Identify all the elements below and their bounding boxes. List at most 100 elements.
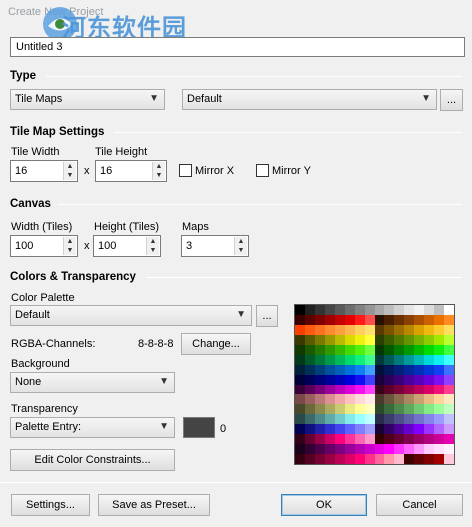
palette-swatch[interactable] [314,374,325,385]
palette-browse-button[interactable]: ... [256,305,278,327]
palette-swatch[interactable] [414,334,425,345]
palette-swatch[interactable] [324,314,335,325]
palette-swatch[interactable] [404,404,415,415]
palette-swatch[interactable] [354,305,365,315]
palette-swatch[interactable] [295,444,305,455]
palette-swatch[interactable] [364,414,375,425]
palette-swatch[interactable] [354,354,365,365]
palette-swatch[interactable] [374,314,385,325]
palette-swatch[interactable] [314,334,325,345]
palette-swatch[interactable] [394,305,405,315]
palette-swatch[interactable] [404,354,415,365]
palette-swatch[interactable] [295,424,305,435]
palette-swatch[interactable] [324,324,335,335]
palette-swatch[interactable] [414,394,425,405]
palette-preview[interactable] [294,304,455,465]
palette-swatch[interactable] [295,344,305,355]
palette-swatch[interactable] [384,384,395,395]
palette-swatch[interactable] [414,305,425,315]
palette-swatch[interactable] [295,374,305,385]
palette-swatch[interactable] [344,434,355,445]
palette-swatch[interactable] [295,454,305,464]
palette-swatch[interactable] [424,314,435,325]
palette-swatch[interactable] [434,384,445,395]
palette-swatch[interactable] [404,444,415,455]
palette-swatch[interactable] [354,404,365,415]
palette-swatch[interactable] [424,374,435,385]
palette-swatch[interactable] [414,374,425,385]
palette-swatch[interactable] [384,334,395,345]
palette-swatch[interactable] [324,374,335,385]
project-name-input[interactable]: Untitled 3 [10,37,465,57]
palette-swatch[interactable] [364,444,375,455]
palette-swatch[interactable] [374,324,385,335]
cancel-button[interactable]: Cancel [376,494,463,516]
palette-swatch[interactable] [384,305,395,315]
palette-swatch[interactable] [354,314,365,325]
ok-button[interactable]: OK [281,494,367,516]
palette-swatch[interactable] [314,414,325,425]
palette-swatch[interactable] [344,344,355,355]
palette-swatch[interactable] [354,324,365,335]
palette-swatch[interactable] [324,354,335,365]
palette-swatch[interactable] [404,324,415,335]
palette-swatch[interactable] [344,364,355,375]
palette-swatch[interactable] [384,344,395,355]
palette-swatch[interactable] [304,384,315,395]
palette-swatch[interactable] [364,374,375,385]
palette-swatch[interactable] [404,334,415,345]
palette-swatch[interactable] [394,424,405,435]
palette-swatch[interactable] [295,314,305,325]
palette-swatch[interactable] [304,314,315,325]
palette-swatch[interactable] [304,414,315,425]
palette-swatch[interactable] [444,444,454,455]
palette-swatch[interactable] [424,434,435,445]
change-channels-button[interactable]: Change... [181,333,251,355]
palette-swatch[interactable] [434,354,445,365]
palette-swatch[interactable] [434,324,445,335]
transparency-select[interactable]: Palette Entry: ▼ [10,417,175,438]
palette-swatch[interactable] [384,314,395,325]
palette-swatch[interactable] [324,305,335,315]
palette-swatch[interactable] [314,354,325,365]
palette-swatch[interactable] [384,394,395,405]
palette-swatch[interactable] [444,344,454,355]
palette-swatch[interactable] [314,424,325,435]
palette-swatch[interactable] [314,305,325,315]
palette-swatch[interactable] [374,344,385,355]
palette-swatch[interactable] [295,404,305,415]
palette-swatch[interactable] [304,324,315,335]
palette-swatch[interactable] [404,374,415,385]
palette-swatch[interactable] [384,364,395,375]
palette-swatch[interactable] [314,434,325,445]
palette-swatch[interactable] [324,424,335,435]
palette-swatch[interactable] [344,354,355,365]
palette-swatch[interactable] [334,424,345,435]
mirror-y-checkbox[interactable] [256,164,269,177]
palette-swatch[interactable] [334,334,345,345]
palette-swatch[interactable] [444,324,454,335]
palette-swatch[interactable] [374,305,385,315]
palette-swatch[interactable] [295,394,305,405]
palette-swatch[interactable] [354,424,365,435]
spin-up-icon[interactable]: ▲ [64,162,76,171]
palette-swatch[interactable] [314,394,325,405]
palette-swatch[interactable] [295,364,305,375]
palette-swatch[interactable] [384,414,395,425]
color-palette-select[interactable]: Default ▼ [10,305,252,326]
palette-swatch[interactable] [444,434,454,445]
palette-swatch[interactable] [314,364,325,375]
palette-swatch[interactable] [364,454,375,464]
palette-swatch[interactable] [394,434,405,445]
palette-swatch[interactable] [344,444,355,455]
palette-swatch[interactable] [374,444,385,455]
palette-swatch[interactable] [404,434,415,445]
palette-swatch[interactable] [414,344,425,355]
palette-swatch[interactable] [334,444,345,455]
palette-swatch[interactable] [374,424,385,435]
palette-swatch[interactable] [424,384,435,395]
palette-swatch[interactable] [414,314,425,325]
palette-swatch[interactable] [424,305,435,315]
palette-swatch[interactable] [304,454,315,464]
palette-swatch[interactable] [394,364,405,375]
